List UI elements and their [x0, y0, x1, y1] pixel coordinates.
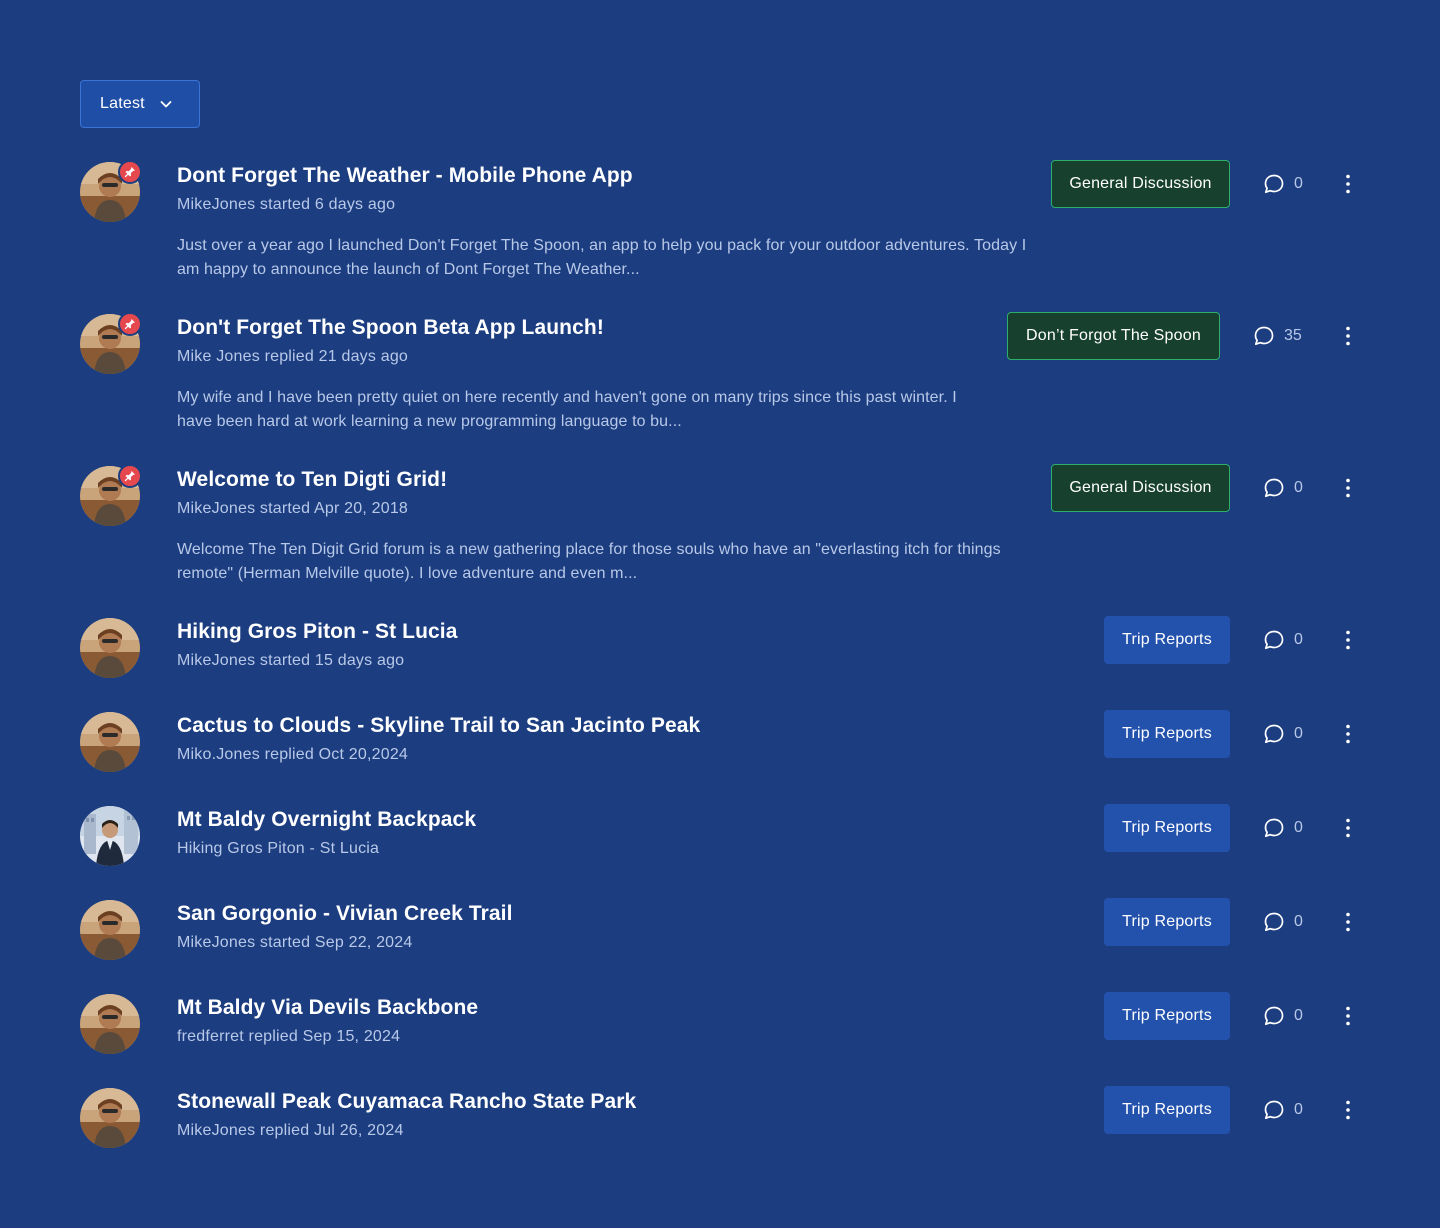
topic-meta: MikeJones started Apr 20, 2018: [177, 500, 409, 517]
topic-title[interactable]: Mt Baldy Overnight Backpack: [177, 806, 476, 834]
topic-excerpt: Just over a year ago I launched Don't Fo…: [177, 237, 1027, 278]
reply-count[interactable]: 0: [1263, 172, 1303, 196]
topic-title[interactable]: San Gorgonio - Vivian Creek Trail: [177, 900, 513, 928]
reply-count-value: 0: [1294, 631, 1303, 648]
reply-count[interactable]: 0: [1263, 722, 1303, 746]
topic-title[interactable]: Cactus to Clouds - Skyline Trail to San …: [177, 712, 700, 740]
topic-title[interactable]: Don't Forget The Spoon Beta App Launch!: [177, 314, 604, 342]
category-tag[interactable]: Trip Reports: [1104, 804, 1230, 852]
comment-icon: [1264, 1006, 1284, 1026]
reply-count[interactable]: 0: [1263, 476, 1303, 500]
topic-excerpt: My wife and I have been pretty quiet on …: [177, 389, 957, 430]
reply-count-value: 0: [1294, 1007, 1303, 1024]
more-options-icon[interactable]: [1338, 626, 1358, 654]
reply-count-value: 0: [1294, 725, 1303, 742]
more-options-icon[interactable]: [1338, 908, 1358, 936]
reply-count[interactable]: 0: [1263, 628, 1303, 652]
sort-dropdown-label: Latest: [100, 95, 145, 112]
topic-title[interactable]: Mt Baldy Via Devils Backbone: [177, 994, 478, 1022]
reply-count-value: 0: [1294, 479, 1303, 496]
reply-count[interactable]: 35: [1253, 324, 1302, 348]
reply-count[interactable]: 0: [1263, 1004, 1303, 1028]
avatar[interactable]: [80, 900, 140, 960]
comment-icon: [1264, 912, 1284, 932]
pin-icon: [118, 464, 142, 488]
topic-excerpt: Welcome The Ten Digit Grid forum is a ne…: [177, 541, 1001, 582]
reply-count-value: 0: [1294, 1101, 1303, 1118]
topic-meta: MikeJones started 15 days ago: [177, 652, 405, 669]
avatar[interactable]: [80, 806, 140, 866]
avatar[interactable]: [80, 618, 140, 678]
topic-meta: Hiking Gros Piton - St Lucia: [177, 840, 380, 857]
topic-meta: MikeJones replied Jul 26, 2024: [177, 1122, 404, 1139]
topic-meta: MikeJones started 6 days ago: [177, 196, 396, 213]
more-options-icon[interactable]: [1338, 1096, 1358, 1124]
category-tag[interactable]: Trip Reports: [1104, 992, 1230, 1040]
topic-meta: Miko.Jones replied Oct 20,2024: [177, 746, 409, 763]
topic-title[interactable]: Stonewall Peak Cuyamaca Rancho State Par…: [177, 1088, 636, 1116]
more-options-icon[interactable]: [1338, 170, 1358, 198]
comment-icon: [1264, 1100, 1284, 1120]
topic-title[interactable]: Welcome to Ten Digti Grid!: [177, 466, 447, 494]
more-options-icon[interactable]: [1338, 322, 1358, 350]
comment-icon: [1264, 818, 1284, 838]
reply-count[interactable]: 0: [1263, 910, 1303, 934]
sort-dropdown[interactable]: Latest: [80, 80, 200, 128]
reply-count-value: 0: [1294, 175, 1303, 192]
comment-icon: [1254, 326, 1274, 346]
more-options-icon[interactable]: [1338, 814, 1358, 842]
reply-count-value: 35: [1284, 327, 1302, 344]
topic-meta: Mike Jones replied 21 days ago: [177, 348, 409, 365]
topic-title[interactable]: Dont Forget The Weather - Mobile Phone A…: [177, 162, 633, 190]
forum-topic-list-page: Latest Dont Forget The Weather - Mobile …: [0, 0, 1440, 1228]
category-tag[interactable]: Trip Reports: [1104, 616, 1230, 664]
category-tag[interactable]: Trip Reports: [1104, 898, 1230, 946]
avatar[interactable]: [80, 1088, 140, 1148]
topic-title[interactable]: Hiking Gros Piton - St Lucia: [177, 618, 458, 646]
category-tag[interactable]: General Discussion: [1051, 160, 1230, 208]
reply-count[interactable]: 0: [1263, 816, 1303, 840]
avatar[interactable]: [80, 712, 140, 772]
reply-count-value: 0: [1294, 819, 1303, 836]
reply-count[interactable]: 0: [1263, 1098, 1303, 1122]
more-options-icon[interactable]: [1338, 720, 1358, 748]
category-tag[interactable]: Trip Reports: [1104, 710, 1230, 758]
category-tag[interactable]: General Discussion: [1051, 464, 1230, 512]
reply-count-value: 0: [1294, 913, 1303, 930]
more-options-icon[interactable]: [1338, 1002, 1358, 1030]
comment-icon: [1264, 630, 1284, 650]
pin-icon: [118, 160, 142, 184]
comment-icon: [1264, 724, 1284, 744]
topic-meta: MikeJones started Sep 22, 2024: [177, 934, 413, 951]
comment-icon: [1264, 478, 1284, 498]
chevron-down-icon: [159, 97, 173, 111]
pin-icon: [118, 312, 142, 336]
avatar[interactable]: [80, 994, 140, 1054]
more-options-icon[interactable]: [1338, 474, 1358, 502]
comment-icon: [1264, 174, 1284, 194]
category-tag[interactable]: Trip Reports: [1104, 1086, 1230, 1134]
topic-meta: fredferret replied Sep 15, 2024: [177, 1028, 401, 1045]
category-tag[interactable]: Don’t Forgot The Spoon: [1007, 312, 1220, 360]
